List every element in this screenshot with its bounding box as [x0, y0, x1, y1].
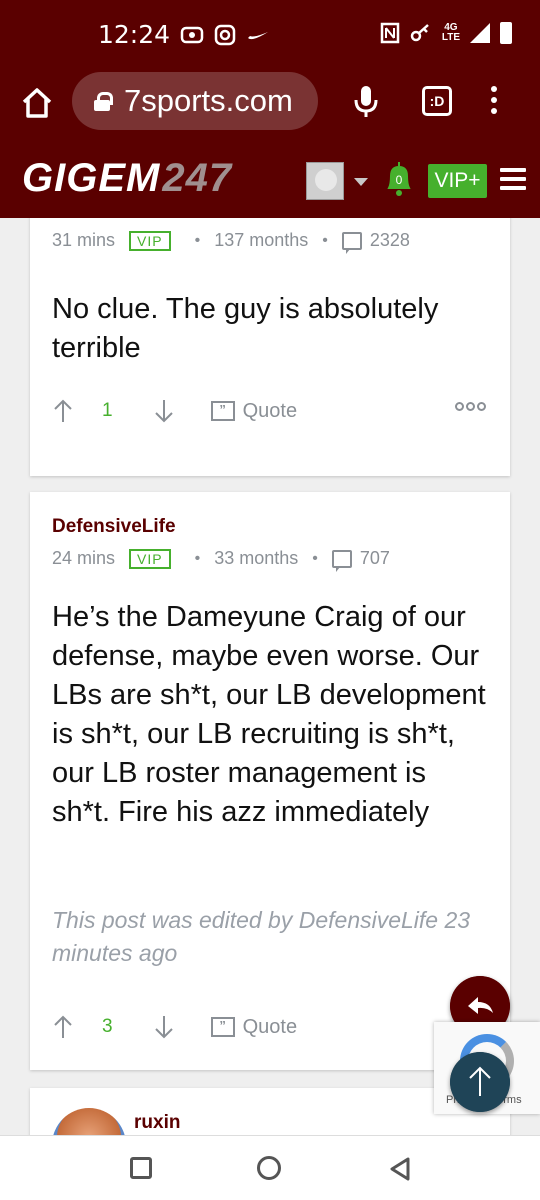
vote-count: 3 [102, 1016, 113, 1037]
status-bar: 12:24 4G LTE [0, 0, 540, 72]
post-card: DefensiveLife 24 mins VIP • 33 months • … [30, 492, 510, 1070]
system-nav-bar [0, 1135, 540, 1200]
post-count: 2328 [369, 230, 410, 250]
edited-note: This post was edited by DefensiveLife 23… [52, 907, 471, 966]
post-actions: 1 ” Quote [52, 396, 492, 426]
vip-button[interactable]: VIP+ [428, 164, 487, 198]
home-icon[interactable] [20, 86, 54, 120]
key-icon [410, 24, 429, 42]
downvote-icon[interactable] [153, 398, 175, 424]
browser-menu-icon[interactable] [490, 86, 498, 116]
quote-button[interactable]: Quote [243, 400, 297, 423]
post-count-icon [331, 549, 352, 572]
upvote-icon[interactable] [52, 1014, 74, 1040]
radio-icon [180, 26, 204, 44]
quote-button[interactable]: Quote [243, 1016, 297, 1039]
network-type-label: 4G LTE [441, 22, 460, 43]
tab-switcher-button[interactable]: :D [422, 86, 452, 116]
post-time: 24 mins [52, 548, 116, 568]
home-nav-icon[interactable] [257, 1156, 281, 1180]
post-card: wrecking90 31 mins VIP • 137 months • 23… [30, 218, 510, 476]
quote-icon[interactable]: ” [210, 401, 235, 421]
back-icon[interactable] [388, 1156, 412, 1182]
chevron-down-icon[interactable] [354, 178, 368, 186]
post-count: 707 [359, 548, 390, 568]
signal-icon [470, 23, 490, 43]
post-count-icon [341, 231, 362, 254]
downvote-icon[interactable] [153, 1014, 175, 1040]
post-author[interactable]: ruxin [134, 1112, 180, 1134]
upvote-icon[interactable] [52, 398, 74, 424]
notification-icons [180, 24, 270, 46]
post-body: He’s the Dameyune Craig of our defense, … [52, 601, 486, 828]
notification-count: 0 [396, 173, 403, 187]
nfc-icon [380, 22, 400, 44]
vote-count: 1 [102, 400, 113, 421]
post-actions: 3 ” Quote [52, 1012, 492, 1042]
notification-bell-icon[interactable]: 0 [384, 160, 414, 198]
post-author[interactable]: DefensiveLife [52, 516, 176, 538]
member-tenure: 33 months [214, 548, 299, 568]
post-body: No clue. The guy is absolutely terrible [52, 293, 439, 364]
site-header: GIGEM247 0 VIP+ [0, 144, 540, 218]
battery-icon [500, 22, 512, 44]
site-logo[interactable]: GIGEM247 [22, 156, 232, 201]
quote-icon[interactable]: ” [210, 1017, 235, 1037]
post-meta: 31 mins VIP • 137 months • 2328 [52, 230, 410, 254]
member-tenure: 137 months [214, 230, 309, 250]
user-avatar[interactable] [306, 162, 344, 200]
url-field[interactable]: 7sports.com [72, 72, 318, 130]
browser-toolbar: 7sports.com :D [0, 72, 540, 144]
nike-icon [248, 32, 268, 40]
microphone-icon[interactable] [352, 84, 380, 118]
hamburger-menu-icon[interactable] [500, 168, 526, 192]
clock: 12:24 [98, 20, 171, 49]
lock-icon [94, 92, 113, 111]
vip-badge: VIP [129, 230, 171, 251]
scroll-to-top-icon[interactable] [450, 1052, 510, 1112]
post-meta: 24 mins VIP • 33 months • 707 [52, 548, 390, 572]
system-icons: 4G LTE [380, 22, 512, 44]
instagram-icon [214, 24, 236, 46]
vip-badge: VIP [129, 548, 171, 569]
more-options-icon[interactable] [455, 402, 486, 411]
author-avatar[interactable] [52, 1108, 126, 1135]
post-time: 31 mins [52, 230, 116, 250]
recents-icon[interactable] [130, 1157, 152, 1179]
url-text: 7sports.com [124, 83, 293, 118]
